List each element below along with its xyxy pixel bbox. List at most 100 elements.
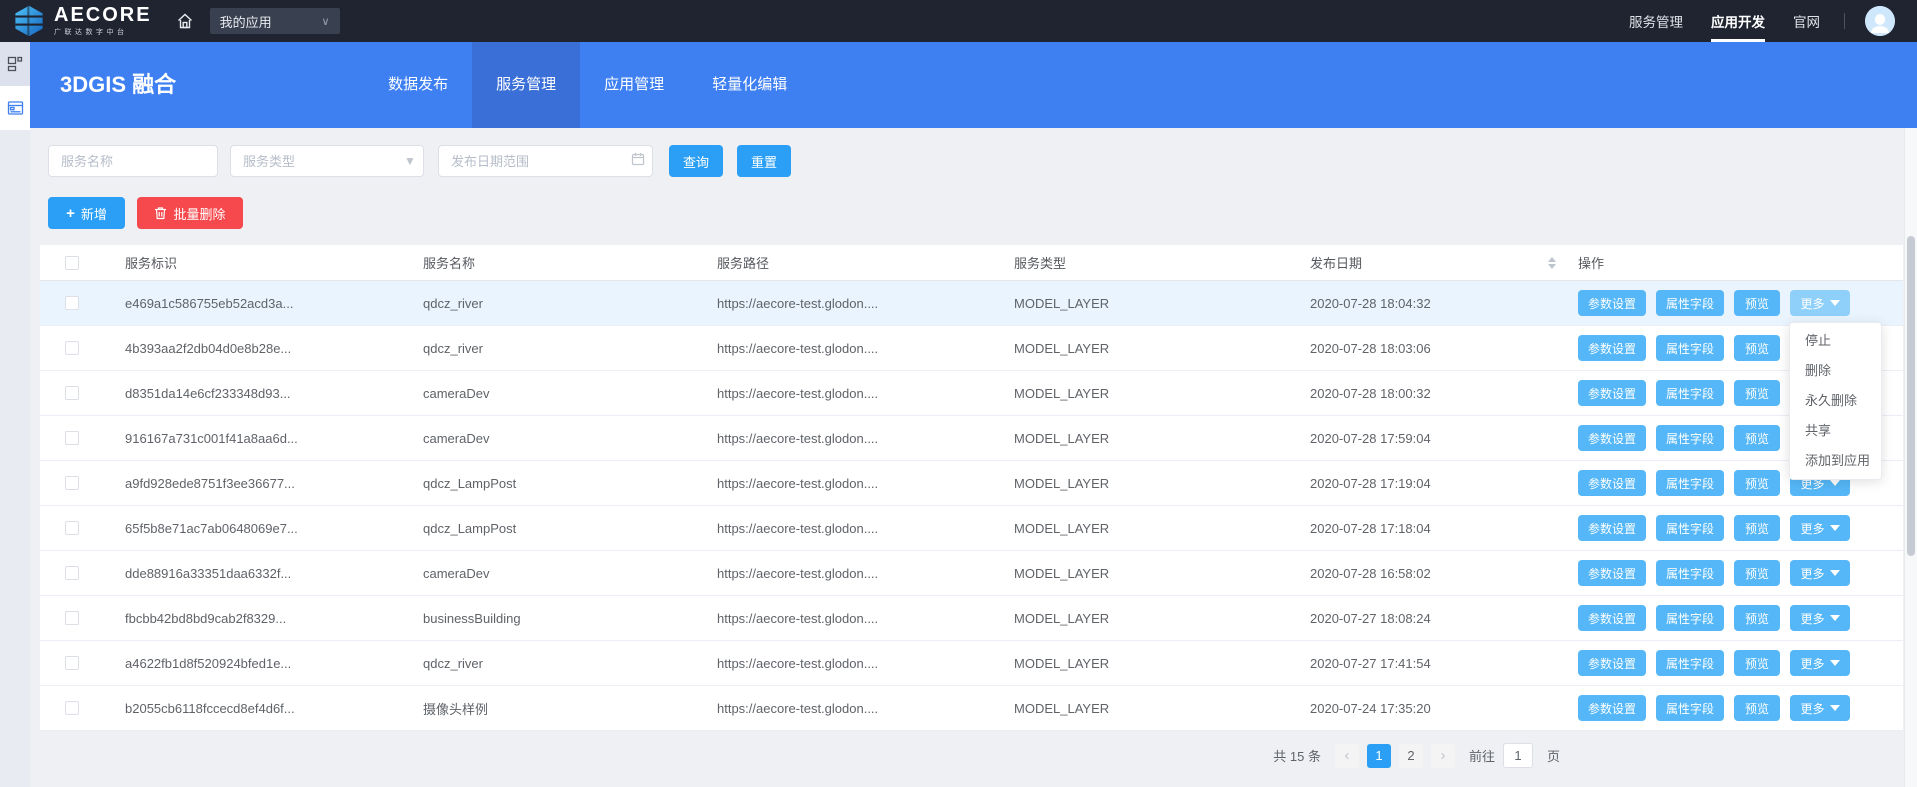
preview-button[interactable]: 预览 bbox=[1734, 290, 1780, 316]
prev-page-button[interactable]: ‹ bbox=[1335, 744, 1359, 768]
param-settings-button[interactable]: 参数设置 bbox=[1578, 650, 1646, 676]
param-settings-button[interactable]: 参数设置 bbox=[1578, 380, 1646, 406]
table-row[interactable]: b2055cb6118fccecd8ef4d6f... 摄像头样例 https:… bbox=[40, 686, 1903, 731]
attribute-fields-button[interactable]: 属性字段 bbox=[1656, 605, 1724, 631]
row-checkbox[interactable] bbox=[65, 476, 79, 490]
logo-subtitle: 广联达数字中台 bbox=[54, 27, 152, 37]
page-button-1[interactable]: 1 bbox=[1367, 744, 1391, 768]
app-select[interactable]: 我的应用 ∨ bbox=[210, 8, 340, 34]
sort-caret-icon[interactable] bbox=[1548, 257, 1556, 269]
preview-button[interactable]: 预览 bbox=[1734, 425, 1780, 451]
next-page-button[interactable]: › bbox=[1431, 744, 1455, 768]
cell-publish-date: 2020-07-28 16:58:02 bbox=[1310, 551, 1578, 595]
attribute-fields-button[interactable]: 属性字段 bbox=[1656, 470, 1724, 496]
banner-tab-3[interactable]: 轻量化编辑 bbox=[688, 42, 811, 128]
row-checkbox[interactable] bbox=[65, 656, 79, 670]
row-checkbox[interactable] bbox=[65, 566, 79, 580]
preview-button[interactable]: 预览 bbox=[1734, 605, 1780, 631]
home-icon[interactable] bbox=[176, 12, 194, 30]
vertical-scrollbar-thumb[interactable] bbox=[1907, 236, 1915, 556]
param-settings-button[interactable]: 参数设置 bbox=[1578, 425, 1646, 451]
nav-app-development[interactable]: 应用开发 bbox=[1711, 0, 1765, 42]
attribute-fields-button[interactable]: 属性字段 bbox=[1656, 425, 1724, 451]
attribute-fields-button[interactable]: 属性字段 bbox=[1656, 695, 1724, 721]
row-checkbox[interactable] bbox=[65, 521, 79, 535]
publish-date-range-input[interactable] bbox=[438, 145, 653, 177]
goto-page-input[interactable] bbox=[1503, 743, 1533, 768]
pagination: 共 15 条 ‹ 1 2 › 前往 页 bbox=[1273, 743, 1560, 768]
banner-tab-2[interactable]: 应用管理 bbox=[580, 42, 688, 128]
reset-button[interactable]: 重置 bbox=[737, 145, 791, 177]
sidebar-item-dashboard[interactable] bbox=[0, 42, 30, 86]
param-settings-button[interactable]: 参数设置 bbox=[1578, 605, 1646, 631]
service-type-select[interactable] bbox=[230, 145, 424, 177]
row-checkbox[interactable] bbox=[65, 386, 79, 400]
cell-service-path: https://aecore-test.glodon.... bbox=[717, 416, 1014, 460]
more-button[interactable]: 更多 bbox=[1790, 605, 1850, 631]
param-settings-button[interactable]: 参数设置 bbox=[1578, 290, 1646, 316]
add-button[interactable]: + 新增 bbox=[48, 197, 125, 229]
cell-service-path: https://aecore-test.glodon.... bbox=[717, 551, 1014, 595]
service-name-input[interactable] bbox=[48, 145, 218, 177]
attribute-fields-button[interactable]: 属性字段 bbox=[1656, 650, 1724, 676]
batch-delete-button[interactable]: 批量删除 bbox=[137, 197, 243, 229]
cell-service-name: businessBuilding bbox=[423, 596, 717, 640]
table-row[interactable]: d8351da14e6cf233348d93... cameraDev http… bbox=[40, 371, 1903, 416]
preview-button[interactable]: 预览 bbox=[1734, 470, 1780, 496]
preview-button[interactable]: 预览 bbox=[1734, 380, 1780, 406]
cell-service-type: MODEL_LAYER bbox=[1014, 686, 1310, 730]
table-row[interactable]: 916167a731c001f41a8aa6d... cameraDev htt… bbox=[40, 416, 1903, 461]
row-checkbox[interactable] bbox=[65, 341, 79, 355]
attribute-fields-button[interactable]: 属性字段 bbox=[1656, 335, 1724, 361]
menu-item-stop[interactable]: 停止 bbox=[1790, 326, 1881, 356]
row-checkbox[interactable] bbox=[65, 701, 79, 715]
param-settings-button[interactable]: 参数设置 bbox=[1578, 560, 1646, 586]
attribute-fields-button[interactable]: 属性字段 bbox=[1656, 515, 1724, 541]
row-checkbox[interactable] bbox=[65, 611, 79, 625]
user-avatar[interactable] bbox=[1865, 6, 1895, 36]
more-button[interactable]: 更多 bbox=[1790, 695, 1850, 721]
select-all-checkbox[interactable] bbox=[65, 256, 79, 270]
param-settings-button[interactable]: 参数设置 bbox=[1578, 515, 1646, 541]
more-button[interactable]: 更多 bbox=[1790, 515, 1850, 541]
menu-item-share[interactable]: 共享 bbox=[1790, 416, 1881, 446]
table-row[interactable]: 4b393aa2f2db04d0e8b28e... qdcz_river htt… bbox=[40, 326, 1903, 371]
param-settings-button[interactable]: 参数设置 bbox=[1578, 470, 1646, 496]
menu-item-delete[interactable]: 删除 bbox=[1790, 356, 1881, 386]
table-row[interactable]: a4622fb1d8f520924bfed1e... qdcz_river ht… bbox=[40, 641, 1903, 686]
cell-publish-date: 2020-07-27 18:08:24 bbox=[1310, 596, 1578, 640]
banner-tab-1[interactable]: 服务管理 bbox=[472, 42, 580, 128]
preview-button[interactable]: 预览 bbox=[1734, 560, 1780, 586]
preview-button[interactable]: 预览 bbox=[1734, 335, 1780, 361]
attribute-fields-button[interactable]: 属性字段 bbox=[1656, 380, 1724, 406]
more-button[interactable]: 更多 bbox=[1790, 650, 1850, 676]
sidebar-item-app-window[interactable] bbox=[0, 86, 30, 130]
preview-button[interactable]: 预览 bbox=[1734, 695, 1780, 721]
attribute-fields-button[interactable]: 属性字段 bbox=[1656, 290, 1724, 316]
page-button-2[interactable]: 2 bbox=[1399, 744, 1423, 768]
banner-tab-0[interactable]: 数据发布 bbox=[364, 42, 472, 128]
param-settings-button[interactable]: 参数设置 bbox=[1578, 695, 1646, 721]
cell-service-name: cameraDev bbox=[423, 371, 717, 415]
table-row[interactable]: a9fd928ede8751f3ee36677... qdcz_LampPost… bbox=[40, 461, 1903, 506]
attribute-fields-button[interactable]: 属性字段 bbox=[1656, 560, 1724, 586]
nav-official-site[interactable]: 官网 bbox=[1793, 0, 1820, 42]
preview-button[interactable]: 预览 bbox=[1734, 650, 1780, 676]
cell-service-name: qdcz_river bbox=[423, 641, 717, 685]
more-button[interactable]: 更多 bbox=[1790, 560, 1850, 586]
row-checkbox[interactable] bbox=[65, 431, 79, 445]
cell-service-name: cameraDev bbox=[423, 551, 717, 595]
row-checkbox[interactable] bbox=[65, 296, 79, 310]
table-row[interactable]: 65f5b8e71ac7ab0648069e7... qdcz_LampPost… bbox=[40, 506, 1903, 551]
preview-button[interactable]: 预览 bbox=[1734, 515, 1780, 541]
nav-service-management[interactable]: 服务管理 bbox=[1629, 0, 1683, 42]
table-header-row: 服务标识 服务名称 服务路径 服务类型 发布日期 操作 bbox=[40, 245, 1903, 281]
search-button[interactable]: 查询 bbox=[669, 145, 723, 177]
menu-item-add-to-app[interactable]: 添加到应用 bbox=[1790, 446, 1881, 476]
table-row[interactable]: e469a1c586755eb52acd3a... qdcz_river htt… bbox=[40, 281, 1903, 326]
table-row[interactable]: dde88916a33351daa6332f... cameraDev http… bbox=[40, 551, 1903, 596]
menu-item-permanent-delete[interactable]: 永久删除 bbox=[1790, 386, 1881, 416]
table-row[interactable]: fbcbb42bd8bd9cab2f8329... businessBuildi… bbox=[40, 596, 1903, 641]
more-button[interactable]: 更多 bbox=[1790, 290, 1850, 316]
param-settings-button[interactable]: 参数设置 bbox=[1578, 335, 1646, 361]
